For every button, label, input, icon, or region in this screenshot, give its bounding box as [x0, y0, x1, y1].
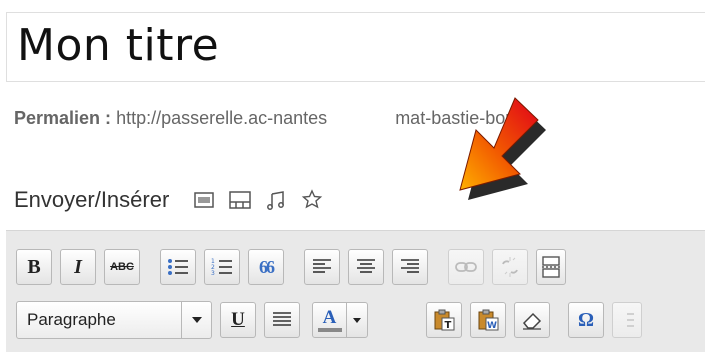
more-tag-icon	[542, 256, 560, 278]
clear-formatting-button[interactable]	[514, 302, 550, 338]
permalink-url[interactable]: http://passerelle.ac-nantes	[116, 108, 327, 128]
chevron-down-icon[interactable]	[181, 302, 212, 338]
bullet-list-button[interactable]	[160, 249, 196, 285]
justify-button[interactable]	[264, 302, 300, 338]
post-title-text: Mon titre	[17, 20, 220, 71]
numbered-list-icon: 123	[211, 258, 232, 277]
insert-link-button[interactable]	[448, 249, 484, 285]
eraser-icon	[522, 312, 542, 330]
chevron-down-icon[interactable]	[345, 303, 367, 337]
bullet-list-icon	[168, 259, 188, 275]
audio-icon[interactable]	[265, 189, 287, 211]
link-icon	[455, 262, 477, 272]
align-center-button[interactable]	[348, 249, 384, 285]
special-character-label: Ω	[577, 308, 594, 331]
strike-label: ABC	[110, 261, 134, 273]
text-color-icon: A	[314, 306, 346, 332]
align-right-button[interactable]	[392, 249, 428, 285]
format-select-value: Paragraphe	[27, 310, 116, 329]
paste-word-button[interactable]: W	[470, 302, 506, 338]
align-center-icon	[357, 259, 375, 273]
permalink-label: Permalien :	[14, 108, 112, 128]
align-left-button[interactable]	[304, 249, 340, 285]
underline-label: U	[231, 309, 245, 330]
media-label: Envoyer/Insérer	[14, 187, 170, 212]
text-color-label: A	[322, 306, 337, 328]
image-icon[interactable]	[193, 189, 215, 211]
svg-text:W: W	[487, 321, 497, 331]
underline-button[interactable]: U	[220, 302, 256, 338]
bold-label: B	[27, 255, 41, 278]
media-icon[interactable]	[301, 189, 323, 211]
justify-icon	[273, 312, 291, 326]
unlink-icon	[502, 257, 518, 277]
paste-word-icon: W	[478, 309, 499, 331]
svg-text:T: T	[445, 320, 452, 331]
paste-text-icon: T	[434, 309, 455, 331]
blockquote-label: 66	[259, 256, 275, 277]
format-select[interactable]: Paragraphe	[16, 301, 212, 339]
align-right-icon	[401, 259, 419, 273]
svg-text:3: 3	[211, 270, 215, 277]
paste-text-button[interactable]: T	[426, 302, 462, 338]
strikethrough-button[interactable]: ABC	[104, 249, 140, 285]
align-left-icon	[313, 259, 331, 273]
bold-button[interactable]: B	[16, 249, 52, 285]
italic-button[interactable]: I	[60, 249, 96, 285]
video-icon[interactable]	[229, 189, 252, 211]
blockquote-button[interactable]: 66	[248, 249, 284, 285]
special-character-button[interactable]: Ω	[568, 302, 604, 338]
post-title-field[interactable]: Mon titre	[6, 12, 705, 82]
numbered-list-button[interactable]: 123	[204, 249, 240, 285]
italic-label: I	[74, 255, 82, 278]
outdent-button[interactable]	[612, 302, 642, 338]
outdent-icon	[627, 313, 634, 327]
media-buttons: Envoyer/Insérer	[14, 184, 337, 216]
text-color-button[interactable]: A	[312, 302, 368, 338]
pointer-arrow-icon	[459, 97, 546, 200]
editor-toolbar: B I ABC 123 66 Paragraphe U A T W Ω	[6, 230, 705, 352]
more-tag-button[interactable]	[536, 249, 566, 285]
unlink-button[interactable]	[492, 249, 528, 285]
